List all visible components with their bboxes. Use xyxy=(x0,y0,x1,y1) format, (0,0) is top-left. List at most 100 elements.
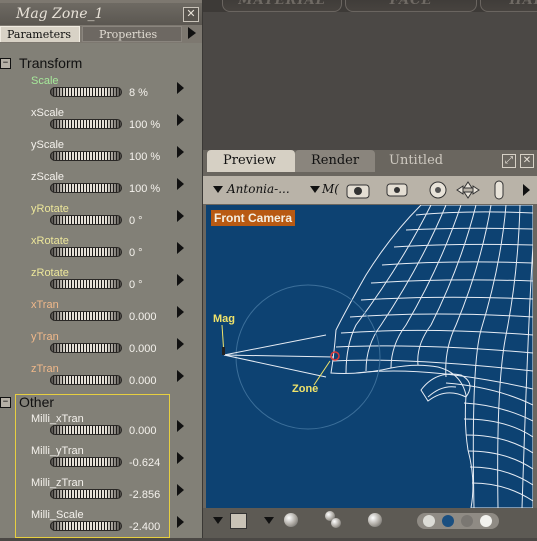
collapse-minus-icon[interactable]: − xyxy=(0,58,11,69)
param-menu-arrow-icon[interactable] xyxy=(177,420,184,432)
figure-select[interactable]: Antonia-... xyxy=(227,182,290,196)
param-dial[interactable] xyxy=(50,215,122,225)
tab-render[interactable]: Render xyxy=(295,150,375,172)
param-value[interactable]: 0 ° xyxy=(129,247,143,259)
param-value[interactable]: 0 ° xyxy=(129,279,143,291)
camera-label[interactable]: Front Camera xyxy=(211,210,296,226)
param-label: Milli_yTran xyxy=(31,445,84,457)
param-menu-arrow-icon[interactable] xyxy=(177,82,184,94)
toolbar-menu-arrow-icon[interactable] xyxy=(523,184,530,196)
group-header-transform[interactable]: − Transform xyxy=(0,55,202,73)
param-value[interactable]: -2.400 xyxy=(129,521,160,533)
param-value[interactable]: -2.856 xyxy=(129,489,160,501)
param-dial[interactable] xyxy=(50,425,122,435)
param-label: xScale xyxy=(31,107,65,119)
param-row-milli-xtran: Milli_xTran 0.000 xyxy=(0,413,202,445)
param-menu-arrow-icon[interactable] xyxy=(177,370,184,382)
param-value[interactable]: 0.000 xyxy=(129,311,157,323)
param-menu-arrow-icon[interactable] xyxy=(177,242,184,254)
param-menu-arrow-icon[interactable] xyxy=(177,178,184,190)
figure-dropdown-icon[interactable] xyxy=(213,186,223,193)
param-row-xtran: xTran 0.000 xyxy=(0,299,202,331)
color-swatch-1[interactable] xyxy=(423,515,435,527)
move-xy-icon[interactable] xyxy=(455,180,481,200)
element-select[interactable]: M( xyxy=(322,182,339,196)
param-label: xTran xyxy=(31,299,59,311)
param-menu-arrow-icon[interactable] xyxy=(177,146,184,158)
param-dial[interactable] xyxy=(50,119,122,129)
param-row-xscale: xScale 100 % xyxy=(0,107,202,139)
param-dial[interactable] xyxy=(50,457,122,467)
zone-label: Zone xyxy=(292,383,319,395)
tab-untitled[interactable]: Untitled xyxy=(389,150,469,172)
param-label: yScale xyxy=(31,139,65,151)
param-row-ztran: zTran 0.000 xyxy=(0,363,202,395)
close-icon[interactable]: ✕ xyxy=(520,154,534,168)
tab-preview[interactable]: Preview xyxy=(207,150,295,172)
param-menu-arrow-icon[interactable] xyxy=(177,274,184,286)
param-dial[interactable] xyxy=(50,151,122,161)
preview-toolbar: Antonia-... M( xyxy=(203,176,537,204)
param-label: yTran xyxy=(31,331,59,343)
param-value[interactable]: 0.000 xyxy=(129,425,157,437)
param-label: Milli_xTran xyxy=(31,413,84,425)
panel-title-bar[interactable]: Mag Zone_1 ✕ xyxy=(0,3,202,25)
param-dial[interactable] xyxy=(50,521,122,531)
param-value[interactable]: 0 ° xyxy=(129,215,143,227)
tab-properties[interactable]: Properties xyxy=(82,26,182,42)
param-menu-arrow-icon[interactable] xyxy=(177,484,184,496)
group-label: Other xyxy=(19,394,55,410)
param-menu-arrow-icon[interactable] xyxy=(177,210,184,222)
panel-title: Mag Zone_1 xyxy=(16,6,104,22)
param-value[interactable]: -0.624 xyxy=(129,457,160,469)
param-menu-arrow-icon[interactable] xyxy=(177,338,184,350)
color-swatch-group xyxy=(417,513,499,529)
param-menu-arrow-icon[interactable] xyxy=(177,452,184,464)
background-color-icon[interactable] xyxy=(230,513,247,529)
param-menu-arrow-icon[interactable] xyxy=(177,516,184,528)
collapse-minus-icon[interactable]: − xyxy=(0,397,11,408)
camera-icon[interactable] xyxy=(344,180,374,200)
tab-hair[interactable]: HAIR xyxy=(480,0,537,12)
document-style-dropdown-icon[interactable] xyxy=(264,517,274,524)
param-value[interactable]: 100 % xyxy=(129,151,160,163)
mag-label: Mag xyxy=(213,313,235,325)
multi-ball-icon-2[interactable] xyxy=(331,518,341,528)
param-value[interactable]: 0.000 xyxy=(129,375,157,387)
param-row-zrotate: zRotate 0 ° xyxy=(0,267,202,299)
color-swatch-4[interactable] xyxy=(480,515,492,527)
color-swatch-3[interactable] xyxy=(461,515,473,527)
display-style-dropdown-icon[interactable] xyxy=(213,517,223,524)
render-ball-icon[interactable] xyxy=(368,513,382,527)
param-label: Milli_zTran xyxy=(31,477,84,489)
param-dial[interactable] xyxy=(50,279,122,289)
param-dial[interactable] xyxy=(50,489,122,499)
rotate-trackball-icon[interactable] xyxy=(429,181,447,199)
tab-material[interactable]: MATERIAL xyxy=(222,0,342,12)
color-swatch-2[interactable] xyxy=(442,515,454,527)
panel-menu-arrow-icon[interactable] xyxy=(188,27,196,39)
param-dial[interactable] xyxy=(50,183,122,193)
param-value[interactable]: 8 % xyxy=(129,87,148,99)
param-dial[interactable] xyxy=(50,375,122,385)
tab-face[interactable]: FACE xyxy=(345,0,477,12)
maximize-icon[interactable]: ⤢ xyxy=(502,154,516,168)
param-value[interactable]: 100 % xyxy=(129,119,160,131)
param-value[interactable]: 100 % xyxy=(129,183,160,195)
param-row-xrotate: xRotate 0 ° xyxy=(0,235,202,267)
param-value[interactable]: 0.000 xyxy=(129,343,157,355)
param-dial[interactable] xyxy=(50,311,122,321)
param-menu-arrow-icon[interactable] xyxy=(177,114,184,126)
param-dial[interactable] xyxy=(50,87,122,97)
3d-viewport[interactable]: Front Camera Mag Zone xyxy=(206,205,533,508)
lighting-icon[interactable] xyxy=(383,178,411,200)
param-dial[interactable] xyxy=(50,343,122,353)
element-dropdown-icon[interactable] xyxy=(310,186,320,193)
shading-ball-icon[interactable] xyxy=(284,513,298,527)
move-z-icon[interactable] xyxy=(493,179,505,201)
param-menu-arrow-icon[interactable] xyxy=(177,306,184,318)
close-icon[interactable]: ✕ xyxy=(183,7,199,22)
tab-parameters[interactable]: Parameters xyxy=(0,26,80,42)
group-header-other[interactable]: − Other xyxy=(0,394,202,412)
param-dial[interactable] xyxy=(50,247,122,257)
